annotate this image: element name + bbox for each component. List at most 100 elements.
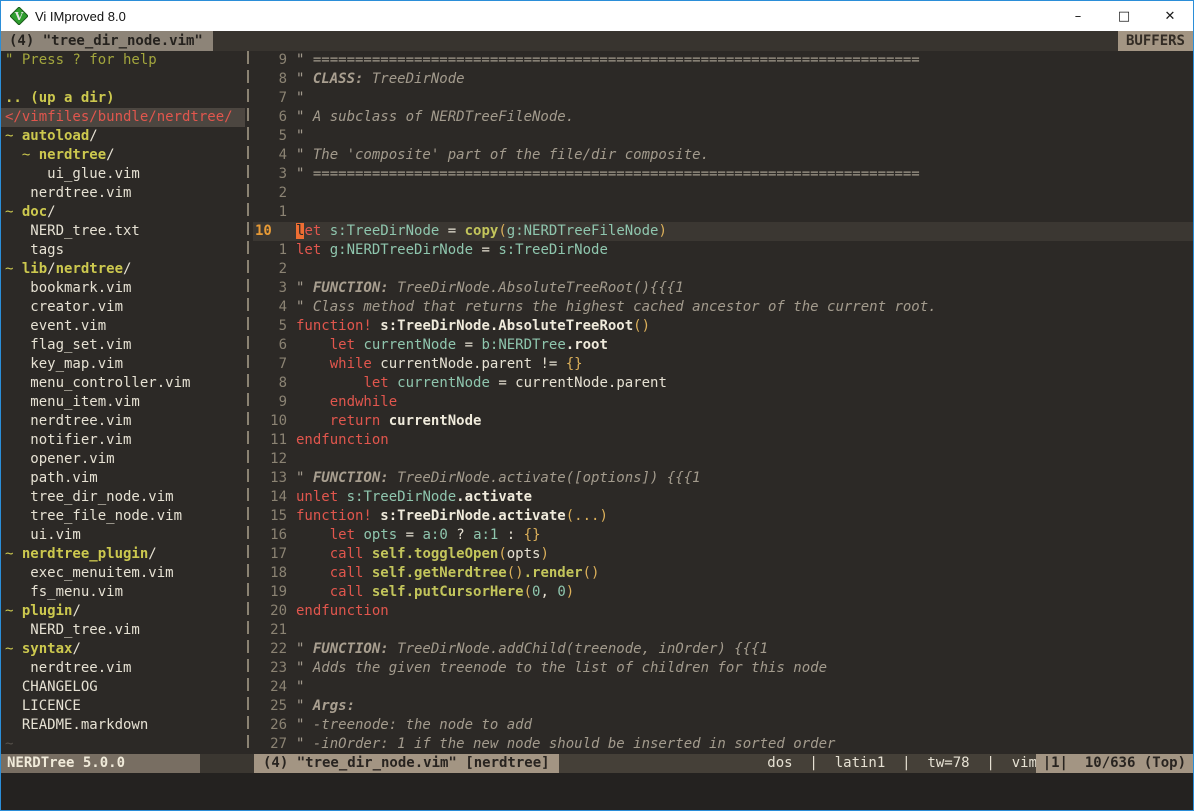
tree-item[interactable]: ~ syntax/ <box>1 640 245 659</box>
code-line[interactable]: 19 call self.putCursorHere(0, 0) <box>253 583 1193 602</box>
statusline-filename: (4) "tree_dir_node.vim" [nerdtree] <box>254 754 559 773</box>
code-line[interactable]: 4" Class method that returns the highest… <box>253 298 1193 317</box>
tree-item[interactable]: key_map.vim <box>1 355 245 374</box>
nerdtree-statusline: NERDTree 5.0.0 <box>1 754 200 773</box>
code-line[interactable]: 7" <box>253 89 1193 108</box>
main-area: " Press ? for help .. (up a dir)</vimfile… <box>1 51 1193 754</box>
tree-item[interactable]: NERD_tree.vim <box>1 621 245 640</box>
window-split-separator[interactable] <box>245 51 253 754</box>
tree-item[interactable]: nerdtree.vim <box>1 412 245 431</box>
line-number: 23 <box>253 659 296 678</box>
line-number: 27 <box>253 735 296 754</box>
code-line[interactable]: 1 <box>253 203 1193 222</box>
line-number: 2 <box>253 260 296 279</box>
code-line[interactable]: 27" -inOrder: 1 if the new node should b… <box>253 735 1193 754</box>
statusline-position: |1| 10/636 (Top) <box>1036 754 1193 773</box>
tree-item[interactable]: README.markdown <box>1 716 245 735</box>
tree-item[interactable]: path.vim <box>1 469 245 488</box>
tree-item[interactable]: fs_menu.vim <box>1 583 245 602</box>
line-number: 16 <box>253 526 296 545</box>
tab-tree-dir-node[interactable]: (4) "tree_dir_node.vim" <box>1 31 213 51</box>
code-line[interactable]: 23" Adds the given treenode to the list … <box>253 659 1193 678</box>
tree-item[interactable]: opener.vim <box>1 450 245 469</box>
tree-item[interactable]: exec_menuitem.vim <box>1 564 245 583</box>
code-line[interactable]: 22" FUNCTION: TreeDirNode.addChild(treen… <box>253 640 1193 659</box>
code-line[interactable]: 21 <box>253 621 1193 640</box>
code-line[interactable]: 6 let currentNode = b:NERDTree.root <box>253 336 1193 355</box>
code-line[interactable]: 24" <box>253 678 1193 697</box>
tree-item[interactable]: LICENCE <box>1 697 245 716</box>
tree-item[interactable]: menu_controller.vim <box>1 374 245 393</box>
tree-item[interactable]: NERD_tree.txt <box>1 222 245 241</box>
line-number: 1 <box>253 241 296 260</box>
tree-item[interactable]: ~ nerdtree_plugin/ <box>1 545 245 564</box>
tree-item[interactable]: ~ plugin/ <box>1 602 245 621</box>
code-line[interactable]: 9 endwhile <box>253 393 1193 412</box>
tree-item[interactable]: ui.vim <box>1 526 245 545</box>
tree-item[interactable]: tags <box>1 241 245 260</box>
tree-root-item[interactable]: </vimfiles/bundle/nerdtree/ <box>1 108 245 127</box>
code-line[interactable]: 26" -treenode: the node to add <box>253 716 1193 735</box>
tree-item[interactable]: ~ lib/nerdtree/ <box>1 260 245 279</box>
code-line[interactable]: 8 let currentNode = currentNode.parent <box>253 374 1193 393</box>
code-line[interactable]: 5" <box>253 127 1193 146</box>
tree-item[interactable]: creator.vim <box>1 298 245 317</box>
line-number: 9 <box>253 393 296 412</box>
code-line[interactable]: 16 let opts = a:0 ? a:1 : {} <box>253 526 1193 545</box>
code-line[interactable]: 17 call self.toggleOpen(opts) <box>253 545 1193 564</box>
code-line[interactable]: 15function! s:TreeDirNode.activate(...) <box>253 507 1193 526</box>
tree-item[interactable]: ~ nerdtree/ <box>1 146 245 165</box>
tree-item[interactable]: nerdtree.vim <box>1 184 245 203</box>
line-number: 4 <box>253 298 296 317</box>
code-line[interactable]: 10 return currentNode <box>253 412 1193 431</box>
tree-item[interactable]: menu_item.vim <box>1 393 245 412</box>
tree-item[interactable]: tree_dir_node.vim <box>1 488 245 507</box>
code-line[interactable]: 14unlet s:TreeDirNode.activate <box>253 488 1193 507</box>
code-line[interactable]: 2 <box>253 260 1193 279</box>
line-number: 24 <box>253 678 296 697</box>
code-line[interactable]: 7 while currentNode.parent != {} <box>253 355 1193 374</box>
tree-item[interactable]: ~ doc/ <box>1 203 245 222</box>
code-line[interactable]: 13" FUNCTION: TreeDirNode.activate([opti… <box>253 469 1193 488</box>
code-line[interactable]: 11endfunction <box>253 431 1193 450</box>
code-line[interactable]: 25" Args: <box>253 697 1193 716</box>
tree-item[interactable]: event.vim <box>1 317 245 336</box>
svg-text:V: V <box>14 10 24 23</box>
tree-item[interactable]: CHANGELOG <box>1 678 245 697</box>
tree-item[interactable]: ui_glue.vim <box>1 165 245 184</box>
close-button[interactable]: ✕ <box>1147 1 1193 31</box>
tree-item[interactable]: nerdtree.vim <box>1 659 245 678</box>
code-line[interactable]: 2 <box>253 184 1193 203</box>
line-number: 25 <box>253 697 296 716</box>
tree-item[interactable]: ~ <box>1 735 245 754</box>
code-line[interactable]: 10let s:TreeDirNode = copy(g:NERDTreeFil… <box>253 222 1193 241</box>
line-number: 2 <box>253 184 296 203</box>
code-line[interactable]: 20endfunction <box>253 602 1193 621</box>
tree-item[interactable]: ~ autoload/ <box>1 127 245 146</box>
minimize-button[interactable]: – <box>1055 1 1101 31</box>
tree-item[interactable]: tree_file_node.vim <box>1 507 245 526</box>
line-number: 14 <box>253 488 296 507</box>
tree-item[interactable]: bookmark.vim <box>1 279 245 298</box>
code-line[interactable]: 3" FUNCTION: TreeDirNode.AbsoluteTreeRoo… <box>253 279 1193 298</box>
tree-item[interactable]: " Press ? for help <box>1 51 245 70</box>
line-number: 10 <box>253 412 296 431</box>
line-number: 7 <box>253 89 296 108</box>
code-line[interactable]: 1let g:NERDTreeDirNode = s:TreeDirNode <box>253 241 1193 260</box>
code-line[interactable]: 9" =====================================… <box>253 51 1193 70</box>
code-line[interactable]: 8" CLASS: TreeDirNode <box>253 70 1193 89</box>
maximize-button[interactable]: □ <box>1101 1 1147 31</box>
tree-item[interactable] <box>1 70 245 89</box>
code-line[interactable]: 5function! s:TreeDirNode.AbsoluteTreeRoo… <box>253 317 1193 336</box>
code-line[interactable]: 4" The 'composite' part of the file/dir … <box>253 146 1193 165</box>
line-number: 3 <box>253 165 296 184</box>
code-line[interactable]: 18 call self.getNerdtree().render() <box>253 564 1193 583</box>
code-line[interactable]: 12 <box>253 450 1193 469</box>
code-line[interactable]: 3" =====================================… <box>253 165 1193 184</box>
tree-item[interactable]: notifier.vim <box>1 431 245 450</box>
statusline: NERDTree 5.0.0 (4) "tree_dir_node.vim" [… <box>1 754 1193 773</box>
tree-item[interactable]: .. (up a dir) <box>1 89 245 108</box>
tree-item[interactable]: flag_set.vim <box>1 336 245 355</box>
code-line[interactable]: 6" A subclass of NERDTreeFileNode. <box>253 108 1193 127</box>
vim-icon: V <box>10 7 28 25</box>
